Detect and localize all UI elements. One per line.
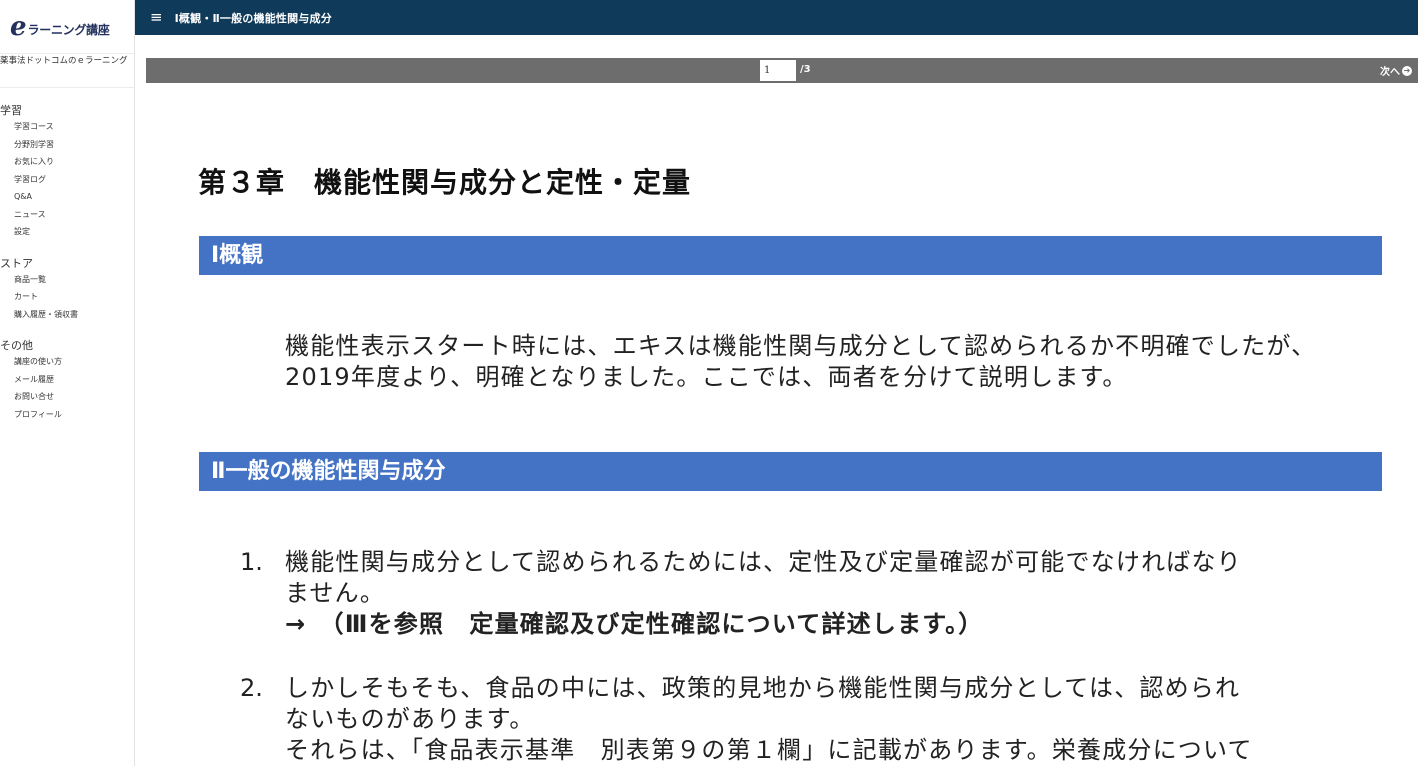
page-total: /3: [800, 64, 811, 75]
list-item: 機能性関与成分として認められるためには、定性及び定量確認が可能でなければなり ま…: [285, 547, 1295, 640]
lesson-content: 第３章 機能性関与成分と定性・定量 Ⅰ概観 機能性表示スタート時には、エキスは機…: [146, 83, 1418, 766]
sidebar-item-mail-history[interactable]: メール履歴: [0, 371, 134, 389]
sidebar: e ラーニング講座 薬事法ドットコムのｅラーニング 学習 学習コース 分野別学習…: [0, 0, 135, 766]
sidebar-item-products[interactable]: 商品一覧: [0, 271, 134, 289]
intro-paragraph: 機能性表示スタート時には、エキスは機能性関与成分として認められるか不明確でしたが…: [285, 331, 1385, 393]
sidebar-item-course[interactable]: 学習コース: [0, 118, 134, 136]
reference-note: → （Ⅲを参照 定量確認及び定性確認について詳述します。）: [285, 610, 984, 638]
nav-section-title: ストア: [0, 256, 33, 270]
list-number: 2.: [240, 674, 263, 702]
chapter-title: 第３章 機能性関与成分と定性・定量: [198, 166, 692, 199]
app-root: e ラーニング講座 薬事法ドットコムのｅラーニング 学習 学習コース 分野別学習…: [0, 0, 1418, 766]
section-heading-overview: Ⅰ概観: [199, 236, 1382, 275]
lesson-title: Ⅰ概観・Ⅱ一般の機能性関与成分: [174, 11, 332, 25]
logo-text: ラーニング講座: [27, 23, 110, 37]
page-number-input[interactable]: [760, 60, 796, 81]
sidebar-item-purchase-history[interactable]: 購入履歴・領収書: [0, 306, 134, 324]
section-heading-general: Ⅱ一般の機能性関与成分: [199, 452, 1382, 491]
nav-section-title: 学習: [0, 104, 22, 117]
logo-e-mark: e: [10, 11, 27, 42]
list-item-line: ないものがあります。: [285, 705, 535, 733]
top-header: ≡ Ⅰ概観・Ⅱ一般の機能性関与成分: [135, 0, 1418, 35]
site-logo[interactable]: e ラーニング講座: [0, 0, 134, 53]
list-item-line: しかしそもそも、食品の中には、政策的見地から機能性関与成分としては、認められ: [285, 674, 1241, 702]
list-item-line: ません。: [285, 579, 386, 607]
page-navigator: /3 次へ ➔: [146, 58, 1418, 83]
list-item: しかしそもそも、食品の中には、政策的見地から機能性関与成分としては、認められ な…: [285, 673, 1335, 766]
sidebar-item-contact[interactable]: お問い合せ: [0, 388, 134, 406]
list-item-line: それらは、「食品表示基準 別表第９の第１欄」に記載があります。栄養成分について: [285, 736, 1253, 764]
hamburger-menu-icon[interactable]: ≡: [150, 10, 163, 25]
intro-line: 機能性表示スタート時には、エキスは機能性関与成分として認められるか不明確でしたが…: [285, 332, 1317, 360]
list-number: 1.: [240, 548, 263, 576]
sidebar-item-profile[interactable]: プロフィール: [0, 406, 134, 424]
sidebar-item-cart[interactable]: カート: [0, 288, 134, 306]
intro-line: 2019年度より、明確となりました。ここでは、両者を分けて説明します。: [285, 363, 1128, 391]
nav-section-learning: 学習 学習コース 分野別学習 お気に入り 学習ログ Q&A ニュース 設定: [0, 104, 134, 241]
nav-section-store: ストア 商品一覧 カート 購入履歴・領収書: [0, 257, 134, 324]
arrow-right-circle-icon: ➔: [1402, 65, 1412, 76]
sidebar-item-learning-log[interactable]: 学習ログ: [0, 171, 134, 189]
nav-section-other: その他 講座の使い方 メール履歴 お問い合せ プロフィール: [0, 339, 134, 423]
sidebar-item-how-to-use[interactable]: 講座の使い方: [0, 353, 134, 371]
sidebar-item-favorites[interactable]: お気に入り: [0, 153, 134, 171]
next-page-button[interactable]: 次へ ➔: [1380, 63, 1412, 78]
sidebar-item-qa[interactable]: Q&A: [0, 188, 134, 206]
next-label: 次へ: [1380, 67, 1400, 78]
list-item-line: 機能性関与成分として認められるためには、定性及び定量確認が可能でなければなり: [285, 548, 1242, 576]
sidebar-item-settings[interactable]: 設定: [0, 223, 134, 241]
site-name: 薬事法ドットコムのｅラーニング: [0, 53, 134, 88]
nav-section-title: その他: [0, 339, 33, 352]
sidebar-item-field-learning[interactable]: 分野別学習: [0, 136, 134, 154]
sidebar-item-news[interactable]: ニュース: [0, 206, 134, 224]
